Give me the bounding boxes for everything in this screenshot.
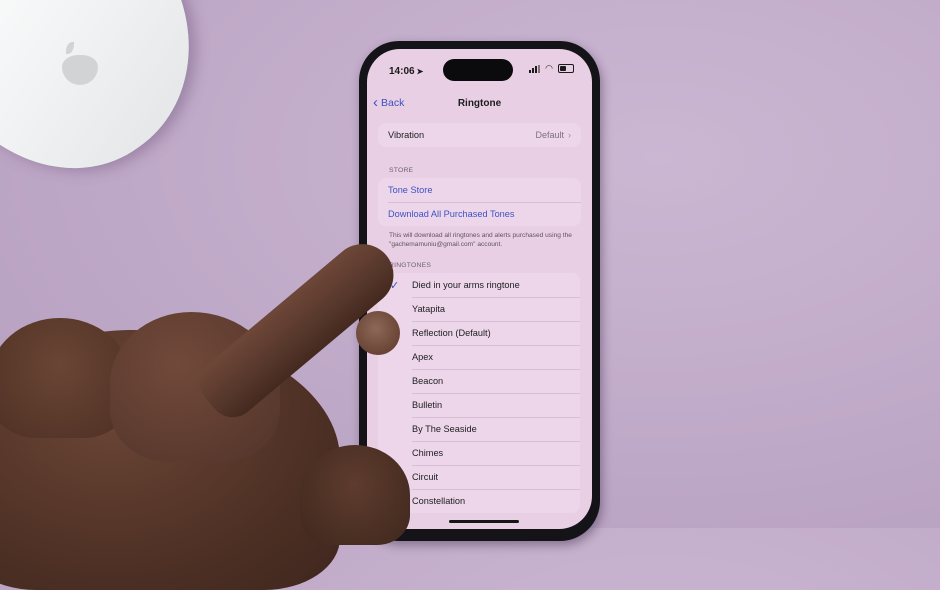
- navigation-bar: ‹ Back Ringtone: [367, 95, 592, 115]
- battery-icon: [558, 64, 574, 73]
- page-title: Ringtone: [457, 98, 502, 109]
- download-all-purchased-tones-link[interactable]: Download All Purchased Tones: [378, 202, 581, 226]
- ringtone-item[interactable]: Bulletin: [378, 393, 580, 417]
- vibration-row[interactable]: Vibration Default ›: [378, 123, 581, 147]
- ringtone-settings-screen: 14:06 ➤ ◠ ‹ Back Ringtone Vibration Defau…: [367, 49, 592, 529]
- status-bar-icons: ◠: [529, 64, 574, 73]
- home-indicator[interactable]: [449, 520, 519, 523]
- ringtone-item[interactable]: Chimes: [378, 441, 580, 465]
- vibration-group: Vibration Default ›: [378, 123, 581, 147]
- ringtone-item[interactable]: Yatapita: [378, 297, 580, 321]
- dynamic-island: [443, 59, 513, 81]
- cellular-signal-icon: [529, 64, 541, 73]
- chevron-right-icon: ›: [568, 130, 571, 140]
- ringtone-item[interactable]: ✓ Died in your arms ringtone: [378, 273, 580, 297]
- ringtone-item[interactable]: Apex: [378, 345, 580, 369]
- ringtone-item[interactable]: By The Seaside: [378, 417, 580, 441]
- location-arrow-icon: ➤: [416, 67, 424, 76]
- ringtones-section-header: RINGTONES: [389, 262, 432, 269]
- fingertip: [356, 311, 400, 355]
- ringtone-item[interactable]: Reflection (Default): [378, 321, 580, 345]
- status-bar-time: 14:06 ➤: [389, 66, 424, 77]
- store-group: Tone Store Download All Purchased Tones: [378, 178, 581, 226]
- ringtones-list: ✓ Died in your arms ringtone Yatapita Re…: [378, 273, 580, 513]
- store-footer-note: This will download all ringtones and ale…: [389, 232, 572, 248]
- magic-mouse: [0, 0, 242, 219]
- ringtone-item[interactable]: Beacon: [378, 369, 580, 393]
- hand-thumb: [300, 445, 410, 545]
- vibration-value: Default: [535, 130, 564, 140]
- store-section-header: STORE: [389, 167, 414, 174]
- tone-store-link[interactable]: Tone Store: [378, 178, 581, 202]
- wifi-icon: ◠: [545, 63, 553, 73]
